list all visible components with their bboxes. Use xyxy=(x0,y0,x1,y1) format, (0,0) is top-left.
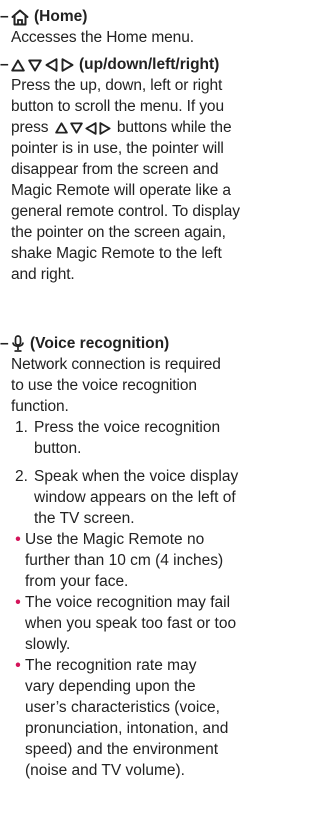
dash: – xyxy=(0,335,9,352)
nav-arrows xyxy=(11,58,74,72)
right-arrow-icon xyxy=(99,121,111,135)
home-icon xyxy=(11,9,29,26)
voice-heading: – (Voice recognition) xyxy=(0,335,327,353)
home-heading: – (Home) xyxy=(0,8,327,26)
nav-heading: – (up/down/left/right) xyxy=(0,56,327,74)
microphone-icon xyxy=(11,335,25,353)
inline-arrows xyxy=(54,121,111,135)
voice-intro: Network connection is required to use th… xyxy=(11,356,221,415)
dash: – xyxy=(0,56,9,73)
nav-description: Press the up, down, left or right button… xyxy=(11,77,240,283)
bullet-item: • The voice recognition may fail when yo… xyxy=(11,592,327,655)
bullet-marker: • xyxy=(15,594,21,611)
manual-page: – (Home) Accesses the Home menu. – (up/d… xyxy=(0,0,327,826)
step-item: 2. Speak when the voice display window a… xyxy=(15,468,239,527)
bullet-item: • Use the Magic Remote no further than 1… xyxy=(11,529,327,592)
voice-section: – (Voice recognition) Network connection… xyxy=(0,335,327,781)
nav-title: (up/down/left/right) xyxy=(79,56,220,73)
right-arrow-icon xyxy=(61,58,74,72)
up-arrow-icon xyxy=(54,122,68,134)
dash: – xyxy=(0,8,9,25)
home-title: (Home) xyxy=(34,8,88,25)
home-description: Accesses the Home menu. xyxy=(11,29,194,46)
nav-section: – (up/down/left/right) Press the up, dow… xyxy=(0,56,327,285)
voice-title: (Voice recognition) xyxy=(30,335,170,352)
down-arrow-icon xyxy=(28,59,42,71)
voice-steps: 1. Press the voice recognition button. 2… xyxy=(11,417,327,781)
bullet-item: • The recognition rate may vary dependin… xyxy=(11,655,327,781)
bullet-marker: • xyxy=(15,657,21,674)
left-arrow-icon xyxy=(85,121,97,135)
step-item: 1. Press the voice recognition button. xyxy=(15,419,221,457)
bullet-marker: • xyxy=(15,531,21,548)
home-section: – (Home) Accesses the Home menu. xyxy=(0,8,327,48)
up-arrow-icon xyxy=(11,59,25,71)
left-arrow-icon xyxy=(45,58,58,72)
down-arrow-icon xyxy=(69,122,83,134)
